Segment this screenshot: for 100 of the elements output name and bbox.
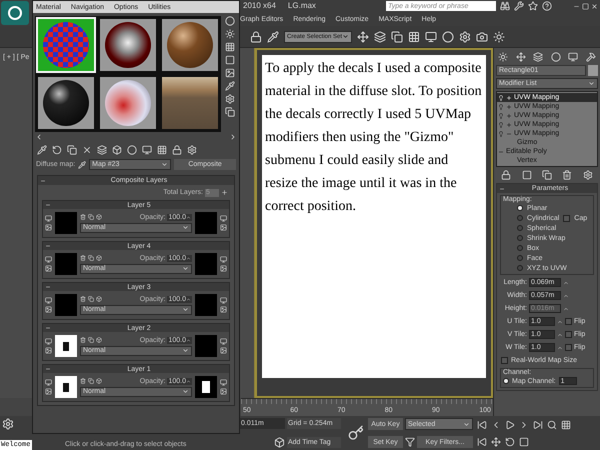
caret-icon[interactable] [182,347,189,354]
sphere-icon[interactable] [225,16,235,26]
collapse-icon[interactable] [45,202,51,208]
mask-thumbnail[interactable] [195,253,217,275]
layer-map-thumbnail[interactable] [55,376,77,398]
checkbox[interactable] [565,331,572,338]
app-logo-icon[interactable] [1,1,29,25]
caret-icon[interactable] [182,388,189,395]
cube-icon[interactable] [96,337,102,343]
play-icon[interactable] [505,420,515,430]
options-icon[interactable] [187,145,197,155]
copy-icon[interactable] [88,255,94,261]
map-icon[interactable] [220,306,227,313]
wrench-icon[interactable] [514,1,524,11]
maximize-viewport-icon[interactable] [519,436,529,446]
collapse-icon[interactable] [45,284,51,290]
spinner-icon[interactable] [186,378,191,384]
visibility-icon[interactable] [220,256,227,263]
cube-icon[interactable] [96,255,102,261]
lock-icon[interactable] [172,145,182,155]
visibility-icon[interactable] [220,297,227,304]
map-icon[interactable] [220,265,227,272]
remove-modifier-icon[interactable] [562,170,572,180]
collapse-icon[interactable] [45,243,51,249]
delete-icon[interactable] [80,378,86,384]
layer-map-thumbnail[interactable] [55,253,77,275]
map-icon[interactable] [45,347,52,354]
cube-icon[interactable] [96,378,102,384]
delete-icon[interactable] [80,255,86,261]
cube-icon[interactable] [96,296,102,302]
configure-icon[interactable] [582,170,593,180]
collapse-icon[interactable] [499,186,505,192]
pick-material-icon[interactable] [37,145,47,155]
close-icon[interactable] [591,2,598,10]
visibility-icon[interactable] [220,215,227,222]
checker-icon[interactable] [225,42,235,52]
copy-icon[interactable] [88,296,94,302]
caret-icon[interactable] [161,161,168,168]
checkbox[interactable] [565,318,572,325]
map-icon[interactable] [220,347,227,354]
visibility-icon[interactable] [45,297,52,304]
layer-map-thumbnail[interactable] [55,294,77,316]
radio-button[interactable] [517,225,523,231]
copy-icon[interactable] [225,107,235,117]
collapse-icon[interactable] [45,325,51,331]
visibility-icon[interactable] [45,338,52,345]
layer-map-thumbnail[interactable] [55,335,77,357]
copy-icon[interactable] [88,214,94,220]
map-icon[interactable] [45,388,52,395]
delete-icon[interactable] [80,337,86,343]
help-icon[interactable] [542,1,552,11]
layer-map-thumbnail[interactable] [55,212,77,234]
spinner-icon[interactable] [186,296,191,302]
collapse-icon[interactable] [45,366,51,372]
copy-icon[interactable] [67,145,77,155]
eyedropper-icon[interactable] [78,160,86,168]
scroll-right-icon[interactable] [229,133,237,141]
caret-icon[interactable] [463,420,470,428]
binoculars-icon[interactable] [500,1,510,11]
light-bulb-icon[interactable] [498,94,504,100]
pan-icon[interactable] [491,436,501,446]
radio-button[interactable] [517,245,523,251]
scroll-left-icon[interactable] [35,133,43,141]
add-layer-icon[interactable] [221,189,228,196]
collapse-icon[interactable] [40,178,46,184]
map-icon[interactable] [220,224,227,231]
delete-icon[interactable] [80,214,86,220]
visibility-icon[interactable] [45,379,52,386]
go-to-start-icon[interactable] [477,420,487,430]
checkbox[interactable] [565,344,572,351]
mask-thumbnail[interactable] [195,335,217,357]
star-icon[interactable] [528,1,538,11]
checkbox[interactable] [501,357,508,364]
sample-slot[interactable] [160,17,220,73]
sample-slot[interactable] [160,75,220,131]
square-icon[interactable] [225,55,235,65]
visibility-icon[interactable] [220,379,227,386]
caret-icon[interactable] [182,265,189,272]
orbit-icon[interactable] [505,436,515,446]
go-to-end-icon[interactable] [533,420,543,430]
show-map-icon[interactable] [142,145,152,155]
viewport-box-icon[interactable] [274,437,285,448]
caret-icon[interactable] [588,80,595,87]
visibility-icon[interactable] [45,256,52,263]
object-color-swatch[interactable] [588,65,598,76]
copy-icon[interactable] [88,378,94,384]
visibility-icon[interactable] [45,215,52,222]
radio-button[interactable] [517,235,523,241]
map-icon[interactable] [45,224,52,231]
radio-button[interactable] [503,378,509,384]
sample-slot[interactable] [36,75,96,131]
caret-icon[interactable] [182,306,189,313]
delete-icon[interactable] [80,296,86,302]
sample-slot[interactable] [98,17,158,73]
mask-thumbnail[interactable] [195,294,217,316]
cube-icon[interactable] [96,214,102,220]
map-icon[interactable] [45,306,52,313]
map-icon[interactable] [220,388,227,395]
spinner-icon[interactable] [186,214,191,220]
zoom-icon[interactable] [547,420,557,430]
